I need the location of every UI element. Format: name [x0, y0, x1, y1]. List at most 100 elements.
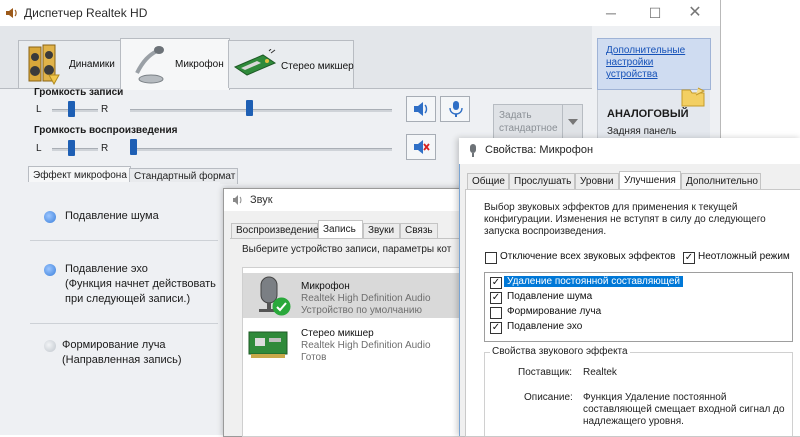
beamforming-note: (Направленная запись) [62, 354, 182, 366]
device-name: Стерео микшер [301, 328, 374, 339]
microphone-icon [129, 43, 171, 85]
playback-balance-right: R [101, 143, 109, 154]
device-name: Микрофон [301, 281, 350, 292]
tab-speakers-label: Динамики [69, 59, 115, 70]
record-volume-slider[interactable] [246, 100, 253, 116]
sound-titlebar[interactable]: Звук [224, 189, 486, 211]
tab-communications[interactable]: Связь [400, 223, 438, 238]
microphone-settings-icon [447, 100, 465, 118]
record-balance-right: R [101, 104, 109, 115]
playback-balance-track [52, 148, 98, 151]
echo-cancellation-effect-label: Подавление эхо [507, 321, 583, 332]
list-item-stereo-mixer[interactable]: Стерео микшер Realtek High Definition Au… [243, 322, 485, 367]
tab-stereo-mixer-label: Стерео микшер [281, 61, 354, 72]
speaker-muted-icon [413, 139, 431, 155]
playback-volume-slider[interactable] [130, 139, 137, 155]
maximize-icon[interactable]: ☐ [640, 3, 670, 23]
intro-line: запуска воспроизведения. [484, 226, 607, 237]
playback-balance-slider[interactable] [68, 140, 75, 156]
tab-enhancements[interactable]: Улучшения [619, 171, 681, 190]
tab-microphone-label: Микрофон [175, 59, 224, 70]
beamforming-checkbox[interactable] [490, 307, 502, 319]
description-value: Функция Удаление постоянной составляющей… [583, 392, 785, 428]
immediate-mode-checkbox[interactable]: ✓ [683, 252, 695, 264]
minimize-icon[interactable]: ─ [596, 3, 626, 23]
record-mute-button[interactable] [406, 96, 436, 122]
tab-stereo-mixer[interactable]: Стерео микшер [228, 40, 354, 88]
tab-recording-label: Запись [323, 224, 356, 235]
speaker-volume-icon [413, 101, 431, 117]
record-volume-label: Громкость записи [34, 87, 124, 98]
noise-suppression-label: Подавление шума [65, 210, 159, 222]
sound-card-icon [247, 326, 291, 362]
dc-offset-label[interactable]: Удаление постоянной составляющей [504, 276, 684, 287]
default-device-check-icon [272, 297, 291, 316]
record-balance-slider[interactable] [68, 101, 75, 117]
microphone-app-icon [467, 144, 479, 158]
close-icon[interactable]: ✕ [680, 3, 710, 23]
record-advanced-button[interactable] [440, 96, 470, 122]
list-item-microphone[interactable]: Микрофон Realtek High Definition Audio У… [243, 273, 485, 318]
record-volume-track [130, 109, 392, 112]
tab-general-label: Общие [472, 176, 505, 187]
speakers-icon [27, 43, 61, 85]
device-status: Устройство по умолчанию [301, 305, 422, 316]
beamforming-radio[interactable] [44, 340, 56, 352]
advanced-device-settings-link[interactable]: Дополнительные настройки устройства [606, 45, 706, 81]
tab-sounds[interactable]: Звуки [363, 223, 400, 238]
tab-listen[interactable]: Прослушать [509, 173, 575, 189]
realtek-title: Диспетчер Realtek HD [24, 6, 148, 20]
echo-cancellation-label: Подавление эхо [65, 263, 148, 275]
description-line: Функция Удаление постоянной [583, 392, 727, 403]
tab-levels[interactable]: Уровни [575, 173, 619, 189]
realtek-titlebar[interactable]: Диспетчер Realtek HD ─ ☐ ✕ [0, 0, 720, 26]
mic-properties-title: Свойства: Микрофон [485, 144, 594, 156]
intro-line: конфигурации. Изменения не вступят в сил… [484, 214, 766, 225]
disable-all-effects-label: Отключение всех звуковых эффектов [500, 251, 676, 262]
speaker-app-icon [5, 6, 19, 20]
echo-cancellation-checkbox[interactable]: ✓ [490, 322, 502, 334]
sound-title: Звук [250, 194, 273, 206]
description-line: составляющей смещает входной сигнал до [583, 404, 785, 415]
sound-card-icon [233, 49, 277, 79]
tab-sounds-label: Звуки [368, 225, 395, 236]
set-default-device-button[interactable]: Задать стандартное [493, 104, 583, 140]
tab-speakers[interactable]: Динамики [18, 40, 122, 88]
noise-suppression-checkbox[interactable]: ✓ [490, 292, 502, 304]
speaker-app-icon [232, 194, 244, 206]
noise-suppression-radio[interactable] [44, 211, 56, 223]
analog-heading: АНАЛОГОВЫЙ [607, 108, 689, 120]
device-status: Готов [301, 352, 327, 363]
chevron-down-icon [568, 119, 578, 125]
folder-icon [680, 86, 706, 108]
beamforming-effect-label: Формирование луча [507, 306, 602, 317]
record-balance-track [52, 109, 98, 112]
tab-listen-label: Прослушать [514, 176, 572, 187]
description-line: надлежащего уровня. [583, 416, 684, 427]
set-default-dropdown[interactable] [562, 105, 583, 139]
effect-properties-title: Свойства звукового эффекта [490, 346, 630, 357]
playback-balance-left: L [36, 143, 42, 154]
tab-advanced[interactable]: Дополнительно [681, 173, 761, 189]
provider-label: Поставщик: [518, 367, 573, 378]
tab-general[interactable]: Общие [467, 173, 509, 189]
mic-properties-titlebar[interactable]: Свойства: Микрофон [459, 138, 800, 164]
disable-all-effects-checkbox[interactable] [485, 252, 497, 264]
beamforming-label: Формирование луча [62, 339, 166, 351]
record-balance-left: L [36, 104, 42, 115]
tab-recording[interactable]: Запись [318, 220, 363, 239]
tab-microphone[interactable]: Микрофон [120, 38, 230, 90]
dc-offset-checkbox[interactable]: ✓ [490, 277, 502, 289]
tab-communications-label: Связь [405, 225, 433, 236]
tab-advanced-label: Дополнительно [686, 176, 758, 187]
echo-cancellation-radio[interactable] [44, 264, 56, 276]
radio-indicator [44, 211, 56, 223]
intro-line: Выбор звуковых эффектов для применения к… [484, 202, 738, 213]
playback-mute-button[interactable] [406, 134, 436, 160]
device-driver: Realtek High Definition Audio [301, 340, 431, 351]
enhancements-intro: Выбор звуковых эффектов для применения к… [484, 202, 766, 238]
radio-indicator [44, 340, 56, 352]
tab-playback[interactable]: Воспроизведение [231, 223, 319, 238]
immediate-mode-label: Неотложный режим [698, 251, 790, 262]
tab-mic-effect-label: Эффект микрофона [33, 170, 127, 181]
